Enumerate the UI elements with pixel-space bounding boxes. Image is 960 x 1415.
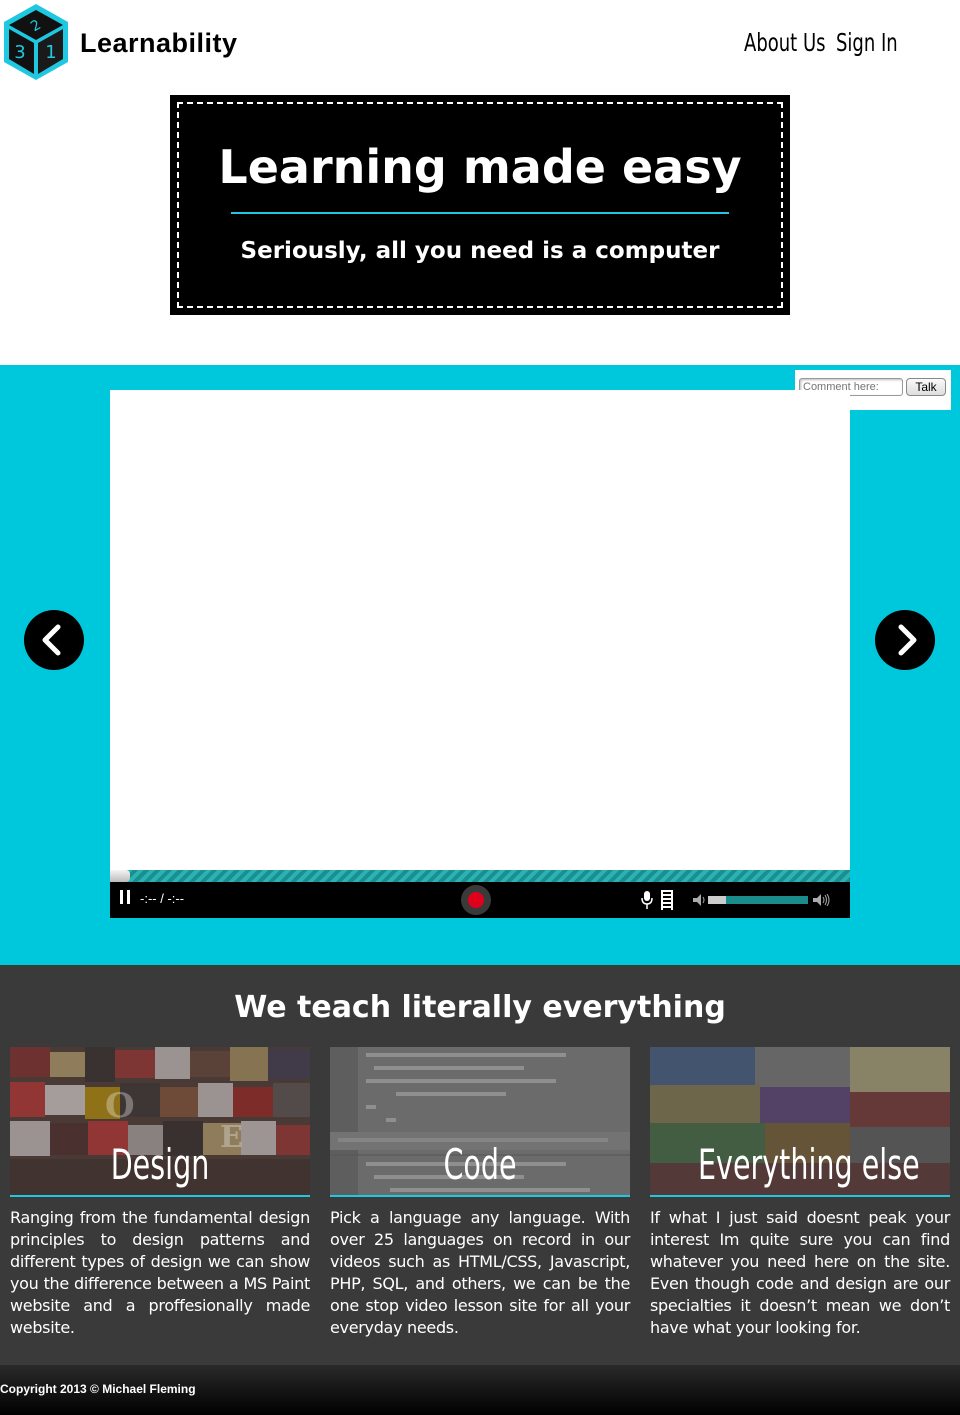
card-label-code: Code (443, 1140, 517, 1189)
hero-banner: Learning made easy Seriously, all you ne… (170, 95, 790, 315)
pause-icon[interactable] (120, 890, 130, 904)
card-label-everything-else: Everything else (698, 1140, 920, 1189)
hero-frame: Learning made easy Seriously, all you ne… (177, 102, 783, 308)
chevron-left-icon (42, 624, 61, 656)
hero-divider (231, 212, 729, 214)
feature-card-design[interactable]: O E Design Ranging from the fundamental … (10, 1047, 310, 1339)
svg-text:1: 1 (45, 42, 56, 63)
talk-button[interactable]: Talk (906, 378, 946, 396)
volume-slider[interactable] (708, 896, 808, 904)
volume-high-icon[interactable] (813, 894, 831, 906)
feature-card-everything-else[interactable]: Everything else If what I just said does… (650, 1047, 950, 1339)
hero-title: Learning made easy (218, 140, 742, 194)
previous-video-button[interactable] (24, 610, 84, 670)
next-video-button[interactable] (875, 610, 935, 670)
card-divider (330, 1195, 630, 1197)
microphone-icon[interactable] (640, 890, 654, 910)
tech-collage-image: Everything else (650, 1047, 950, 1195)
filmstrip-icon[interactable] (661, 890, 673, 910)
brand-name[interactable]: Learnability (80, 28, 238, 59)
dice-cube-icon[interactable]: 2 3 1 (0, 2, 72, 82)
site-footer: Copyright 2013 © Michael Fleming (0, 1365, 960, 1415)
features-title: We teach literally everything (234, 990, 726, 1025)
svg-text:3: 3 (14, 42, 25, 63)
about-us-link[interactable]: About Us (744, 28, 825, 57)
sign-in-link[interactable]: Sign In (836, 28, 898, 57)
site-header: 2 3 1 Learnability About Us Sign In (0, 0, 960, 90)
volume-low-icon[interactable] (693, 894, 707, 906)
code-screenshot-image: Code (330, 1047, 630, 1195)
card-divider (650, 1195, 950, 1197)
card-text-everything-else: If what I just said doesnt peak your int… (650, 1208, 950, 1337)
copyright-text: Copyright 2013 © Michael Fleming (0, 1382, 196, 1396)
feature-card-code[interactable]: Code Pick a language any language. With … (330, 1047, 630, 1339)
video-player[interactable]: -:-- / -:-- (110, 390, 850, 918)
record-button[interactable] (461, 885, 491, 915)
video-section: Talk -:-- / -:-- (0, 365, 960, 965)
chevron-right-icon (898, 624, 917, 656)
card-text-design: Ranging from the fundamental design prin… (10, 1208, 310, 1337)
hero-subtitle: Seriously, all you need is a computer (240, 238, 720, 264)
player-controls: -:-- / -:-- (110, 882, 850, 918)
card-divider (10, 1195, 310, 1197)
video-progress-bar[interactable] (110, 870, 850, 882)
time-display: -:-- / -:-- (140, 891, 185, 906)
volume-level (708, 896, 726, 904)
svg-text:O: O (105, 1086, 135, 1126)
top-nav: About Us Sign In (744, 28, 898, 57)
features-section: We teach literally everything O E Design… (0, 965, 960, 1365)
design-collage-image: O E Design (10, 1047, 310, 1195)
card-label-design: Design (110, 1140, 210, 1189)
progress-knob[interactable] (110, 870, 130, 882)
card-text-code: Pick a language any language. With over … (330, 1208, 630, 1337)
